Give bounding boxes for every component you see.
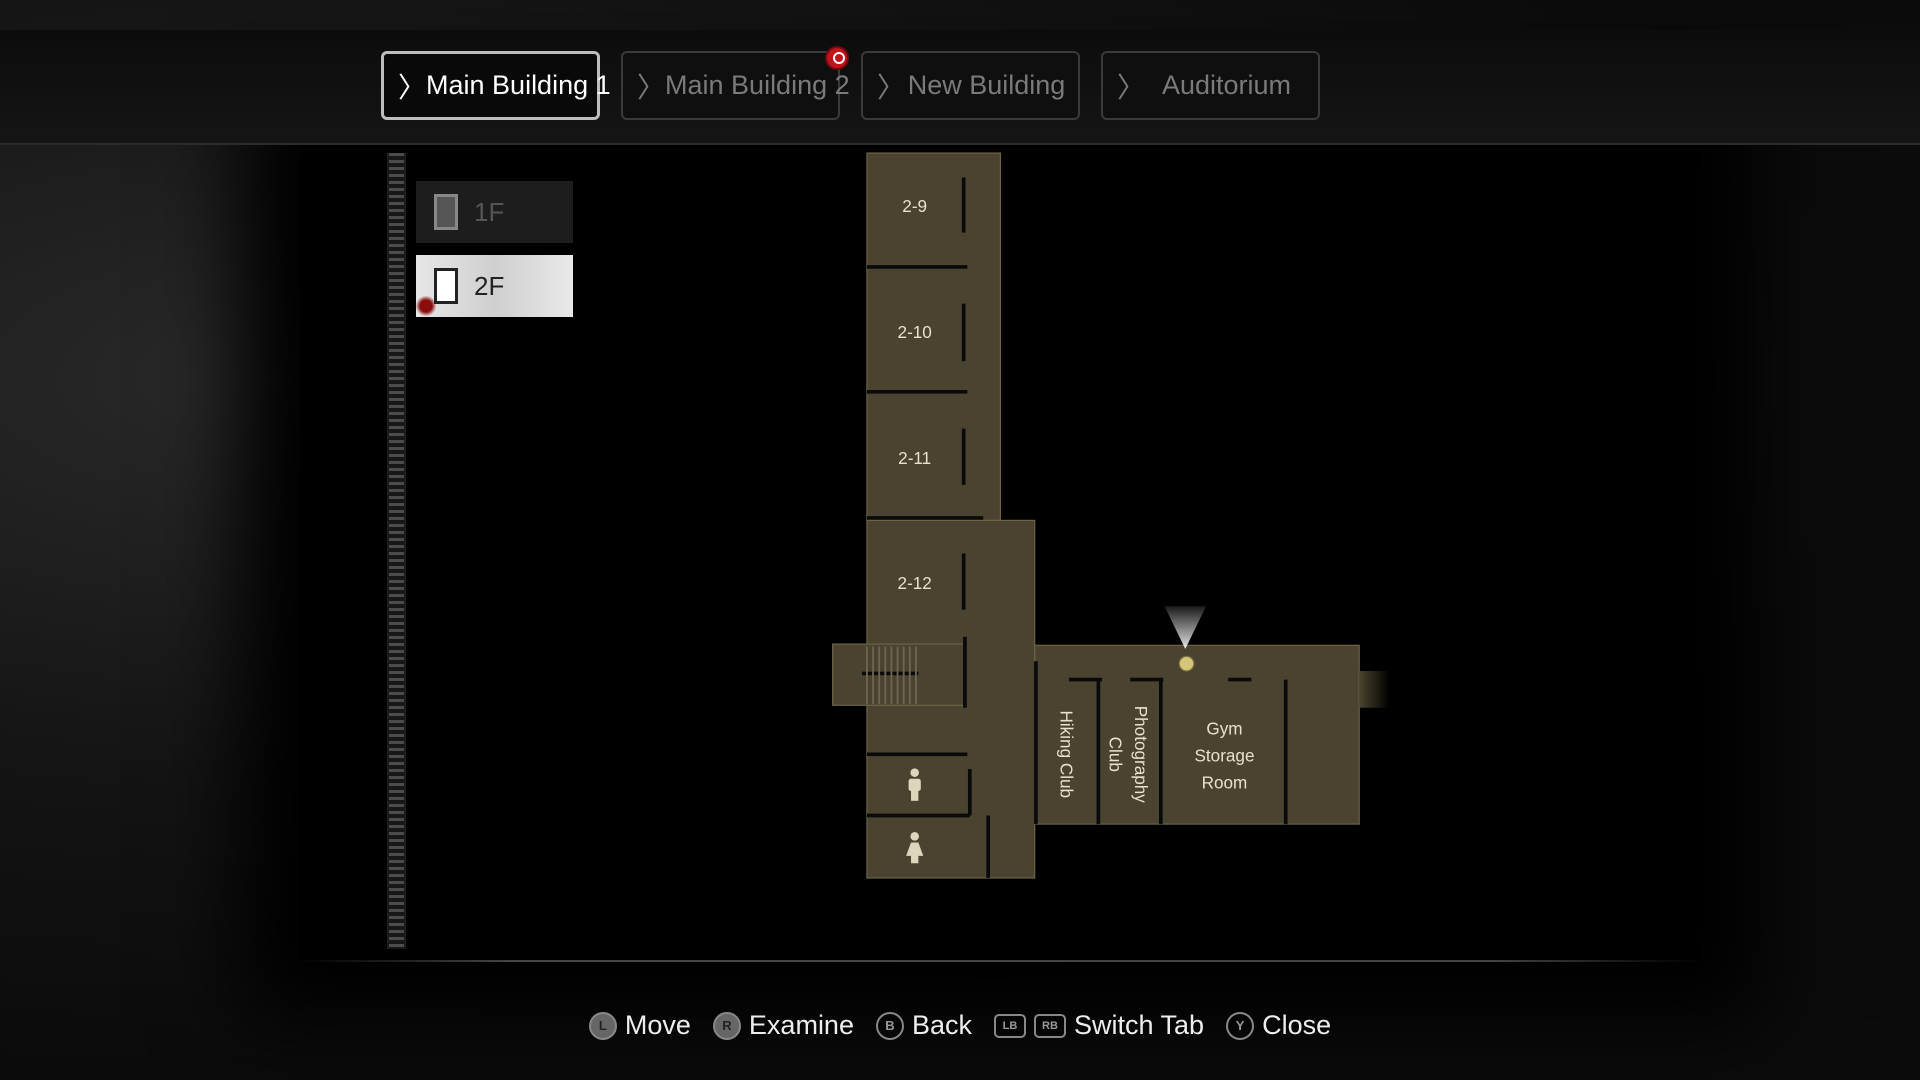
rb-button-icon: RB [1034,1013,1066,1038]
room-label-2-11: 2-11 [898,448,931,468]
hint-move: L Move [588,1010,691,1041]
hint-close: Y Close [1226,1010,1331,1041]
room-label-hiking-club: Hiking Club [1056,710,1076,798]
exit-corridor [1359,671,1390,708]
room-label-photography: Photography [1131,706,1151,804]
corridor-north [866,152,1002,522]
hint-examine: R Examine [712,1010,854,1041]
b-button-icon: B [875,1011,904,1040]
floor-map[interactable]: 2-9 2-10 2-11 2-12 Hiking Club Photograp… [0,0,1920,1080]
hint-switch-tab: LB RB Switch Tab [994,1010,1204,1041]
hint-back: B Back [875,1010,972,1041]
room-label-gym: Gym [1206,719,1242,739]
room-label-club: Club [1105,737,1125,772]
divider [300,960,1700,962]
right-stick-icon: R [712,1011,741,1040]
room-label-storage: Storage [1194,746,1254,766]
room-label-2-10: 2-10 [898,322,932,342]
room-label-2-12: 2-12 [898,573,932,593]
y-button-icon: Y [1226,1011,1255,1040]
room-label-room: Room [1202,773,1248,793]
room-label-2-9: 2-9 [902,196,927,216]
control-hints: L Move R Examine B Back LB RB Switch Tab Y Clo… [0,1010,1920,1041]
left-stick-icon: L [588,1011,617,1040]
lb-button-icon: LB [994,1013,1026,1038]
corridor-east [1034,644,1360,825]
